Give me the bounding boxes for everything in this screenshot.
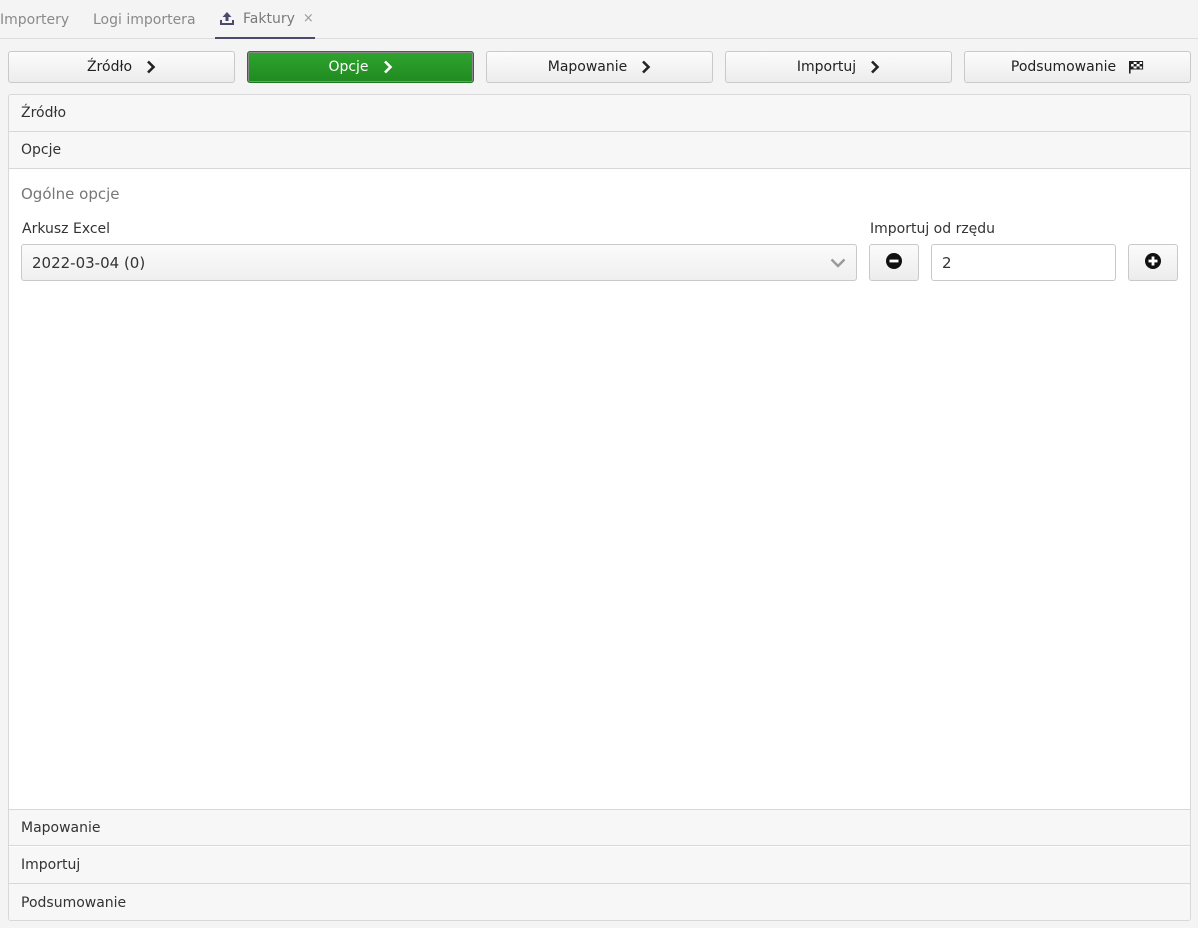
step-label: Źródło: [86, 59, 133, 75]
minus-circle-icon: [885, 252, 903, 274]
excel-sheet-value: 2022-03-04 (0): [32, 253, 146, 272]
accordion-header-podsumowanie[interactable]: Podsumowanie: [9, 884, 1190, 920]
accordion-header-opcje[interactable]: Opcje: [9, 132, 1190, 169]
accordion-header-label: Importuj: [21, 857, 81, 873]
accordion-header-label: Podsumowanie: [21, 894, 127, 911]
accordion-header-label: Mapowanie: [21, 819, 101, 836]
tab-bar: Importery Logi importera Faktury ×: [0, 0, 1198, 39]
excel-sheet-label: Arkusz Excel: [22, 221, 111, 237]
section-title-general-options: Ogólne opcje: [21, 185, 120, 203]
chevron-right-icon: [641, 60, 651, 74]
accordion-header-label: Źródło: [21, 105, 67, 121]
accordion-header-label: Opcje: [21, 142, 62, 158]
decrement-row-button[interactable]: [869, 244, 919, 281]
tab-importery[interactable]: Importery: [0, 0, 69, 39]
tab-label: Logi importera: [93, 11, 196, 28]
accordion-header-mapowanie[interactable]: Mapowanie: [9, 809, 1190, 846]
close-icon[interactable]: ×: [303, 11, 314, 26]
tab-label: Importery: [0, 11, 70, 28]
step-zrodlo-button[interactable]: Źródło: [8, 51, 235, 83]
chevron-down-icon: [830, 257, 846, 269]
chevron-right-icon: [146, 60, 156, 74]
tab-logi-importera[interactable]: Logi importera: [93, 0, 196, 39]
tab-label: Faktury: [243, 10, 295, 27]
chevron-right-icon: [383, 60, 393, 74]
step-label: Mapowanie: [547, 59, 628, 75]
import-from-row-input[interactable]: [931, 244, 1116, 281]
accordion-header-zrodlo[interactable]: Źródło: [9, 95, 1190, 132]
step-label: Podsumowanie: [1010, 59, 1117, 75]
step-podsumowanie-button[interactable]: Podsumowanie: [964, 51, 1191, 83]
plus-circle-icon: [1144, 252, 1162, 274]
chevron-right-icon: [870, 60, 880, 74]
step-importuj-button[interactable]: Importuj: [725, 51, 952, 83]
tab-faktury[interactable]: Faktury ×: [215, 0, 315, 39]
checkered-flag-icon: [1128, 60, 1144, 74]
excel-sheet-select[interactable]: 2022-03-04 (0): [21, 244, 857, 281]
import-from-row-label: Importuj od rzędu: [870, 221, 996, 237]
increment-row-button[interactable]: [1128, 244, 1178, 281]
step-opcje-button[interactable]: Opcje: [247, 51, 474, 83]
accordion-header-importuj[interactable]: Importuj: [9, 847, 1190, 884]
step-mapowanie-button[interactable]: Mapowanie: [486, 51, 713, 83]
step-label: Importuj: [796, 59, 857, 75]
upload-icon: [219, 11, 235, 26]
step-label: Opcje: [328, 59, 369, 75]
import-wizard-accordion: Źródło Opcje Ogólne opcje Arkusz Excel 2…: [8, 94, 1191, 921]
